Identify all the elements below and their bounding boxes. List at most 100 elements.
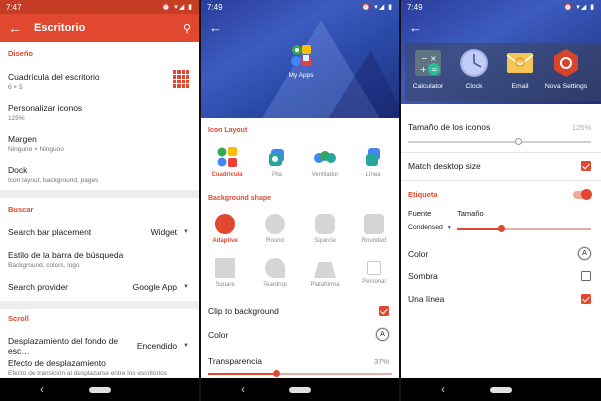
- svg-text:+: +: [420, 65, 427, 74]
- shape-option-custom[interactable]: Personal: [354, 258, 394, 285]
- row-label: Color: [408, 248, 429, 259]
- status-bar: 7:47 ⏰ ▾◢ ▮: [0, 0, 199, 14]
- font-select[interactable]: Condensed ▼: [408, 224, 452, 231]
- row-value: Encendido: [136, 341, 178, 351]
- one-line-checkbox[interactable]: [581, 294, 591, 304]
- one-line-row[interactable]: Una línea: [408, 294, 591, 304]
- search-provider-select[interactable]: Search provider Google App ▼: [8, 282, 189, 292]
- layout-option-line[interactable]: Línea: [353, 146, 393, 178]
- grid-icon: [173, 70, 189, 88]
- label-switch[interactable]: [573, 188, 592, 200]
- folder-label: My Apps: [288, 72, 314, 79]
- shape-option-platform[interactable]: Plataforma: [305, 258, 345, 288]
- section-divider: [0, 301, 199, 309]
- app-label: Email: [511, 83, 529, 90]
- adaptive-shape-icon: [215, 214, 235, 234]
- color-swatch[interactable]: A: [376, 328, 389, 341]
- square-shape-icon: [215, 258, 235, 278]
- status-time: 7:49: [207, 2, 223, 12]
- nav-bar: ‹: [201, 378, 399, 401]
- shape-option-square[interactable]: Square: [205, 258, 245, 288]
- shape-option-round[interactable]: Round: [255, 214, 295, 244]
- my-apps-folder[interactable]: My Apps: [283, 42, 319, 79]
- nav-back-icon[interactable]: ‹: [40, 382, 44, 396]
- clip-to-background-row[interactable]: Clip to background: [208, 306, 389, 316]
- nav-home-button[interactable]: [490, 386, 512, 393]
- back-arrow-icon[interactable]: ←: [409, 20, 422, 35]
- dropdown-arrow-icon: ▼: [183, 343, 189, 349]
- back-arrow-icon[interactable]: ←: [8, 20, 34, 36]
- slider-thumb[interactable]: [514, 138, 522, 145]
- shape-label: Plataforma: [310, 282, 340, 288]
- section-search: Buscar: [8, 205, 34, 214]
- desktop-settings-screen: 7:47 ⏰ ▾◢ ▮ ← Escritorio ⚲ Diseño Cuadrí…: [0, 0, 199, 401]
- transparency-slider[interactable]: [208, 370, 392, 377]
- label-color-row[interactable]: Color A: [408, 247, 591, 260]
- nav-home-button[interactable]: [289, 386, 311, 393]
- icon-size-value: 125%: [571, 122, 591, 132]
- slider-thumb[interactable]: [273, 370, 281, 377]
- section-scroll: Scroll: [8, 314, 29, 323]
- calculator-icon: − × + =: [413, 48, 443, 78]
- layout-option-stack[interactable]: Pila: [257, 146, 297, 178]
- shape-label: Teardrop: [263, 282, 287, 288]
- searchbar-style-item[interactable]: Estilo de la barra de búsqueda Backgroun…: [8, 250, 191, 269]
- nav-home-button[interactable]: [88, 386, 111, 393]
- item-subtitle: Background, colors, logo: [8, 262, 80, 269]
- svg-text:×: ×: [430, 54, 437, 63]
- shape-option-rounded[interactable]: Rounded: [354, 214, 394, 244]
- nav-back-icon[interactable]: ‹: [441, 382, 445, 396]
- nav-back-icon[interactable]: ‹: [241, 382, 245, 396]
- shape-label: Rounded: [361, 238, 387, 244]
- status-bar: 7:49 ⏰ ▾◢ ▮: [401, 0, 601, 14]
- svg-text:=: =: [431, 65, 438, 74]
- label-size-slider[interactable]: [457, 225, 591, 232]
- icon-size-slider[interactable]: [408, 138, 591, 145]
- page-title: Escritorio: [34, 22, 86, 34]
- dock-icon-settings-screen: 7:49 ⏰ ▾◢ ▮ ← − × + = Calculator Clock E…: [401, 0, 601, 401]
- folder-icon: [288, 42, 314, 70]
- search-icon[interactable]: ⚲: [183, 22, 191, 35]
- color-swatch[interactable]: A: [578, 247, 591, 260]
- dock-preview-bar: − × + = Calculator Clock Email Nova Sett…: [405, 43, 601, 101]
- transparency-row: Transparencia 37%: [208, 356, 389, 366]
- custom-image-icon: [367, 261, 381, 275]
- scroll-effect-item[interactable]: Efecto de desplazamiento Efecto de trans…: [8, 358, 191, 377]
- match-checkbox[interactable]: [581, 161, 591, 171]
- desktop-grid-item[interactable]: Cuadrícula del escritorio 6 × 5: [8, 72, 191, 91]
- clip-checkbox[interactable]: [379, 306, 389, 316]
- margin-item[interactable]: Margen Ninguno × Ninguno: [8, 134, 191, 153]
- shadow-row[interactable]: Sombra: [408, 271, 591, 281]
- layout-option-fan[interactable]: Ventilador: [305, 146, 345, 178]
- match-desktop-size-row[interactable]: Match desktop size: [408, 161, 591, 171]
- icon-layout-header: Icon Layout: [208, 127, 248, 134]
- searchbar-placement-select[interactable]: Search bar placement Widget ▼: [8, 227, 189, 237]
- shape-option-squircle[interactable]: Squircle: [305, 214, 345, 244]
- folder-color-row[interactable]: Color A: [208, 328, 389, 341]
- label-toggle-row[interactable]: Etiqueta: [408, 188, 592, 200]
- label-header: Etiqueta: [408, 190, 438, 199]
- layout-label: Ventilador: [311, 172, 339, 178]
- wallpaper-scroll-select[interactable]: Desplazamiento del fondo de esc… Encendi…: [8, 336, 189, 356]
- customize-icons-item[interactable]: Personalizar iconos 125%: [8, 103, 191, 122]
- dock-item[interactable]: Dock Icon layout, background, pages: [8, 165, 191, 184]
- shape-option-teardrop[interactable]: Teardrop: [255, 258, 295, 288]
- email-icon: [505, 48, 535, 78]
- dropdown-arrow-icon: ▼: [183, 229, 189, 235]
- row-label: Transparencia: [208, 356, 263, 366]
- shape-label: Adaptive: [212, 238, 238, 244]
- layout-option-grid[interactable]: Cuadrícula: [207, 146, 247, 178]
- nav-bar: ‹: [401, 378, 601, 401]
- shape-option-adaptive[interactable]: Adaptive: [205, 214, 245, 244]
- row-value: Google App: [132, 282, 178, 292]
- app-nova-settings: Nova Settings: [543, 43, 589, 101]
- row-label: Una línea: [408, 294, 445, 304]
- rounded-shape-icon: [364, 214, 384, 234]
- shadow-checkbox[interactable]: [581, 271, 591, 281]
- slider-thumb[interactable]: [498, 225, 506, 232]
- row-label: Match desktop size: [408, 161, 481, 171]
- platform-shape-icon: [314, 262, 336, 278]
- folder-settings-screen: 7:49 ⏰ ▾◢ ▮ ← My Apps Icon Layout Cuadrí…: [201, 0, 399, 401]
- back-arrow-icon[interactable]: ←: [209, 20, 222, 35]
- dropdown-arrow-icon: ▼: [183, 284, 189, 290]
